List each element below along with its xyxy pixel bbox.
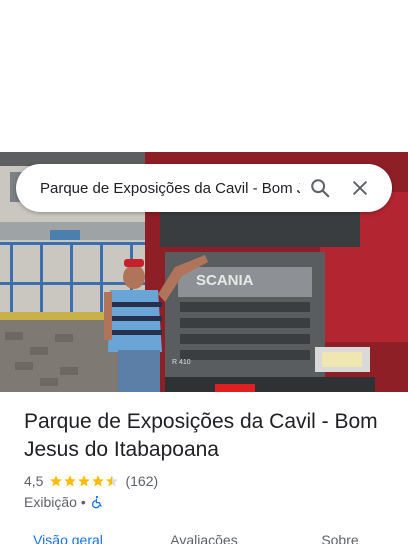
clear-search-button[interactable]: [340, 168, 380, 208]
separator-dot: •: [80, 494, 86, 510]
truck-brand-text: SCANIA: [196, 272, 254, 289]
search-input[interactable]: Parque de Exposições da Cavil - Bom Jesu…: [40, 180, 300, 197]
rating-value: 4,5: [24, 473, 44, 489]
half-star-icon: [106, 475, 119, 487]
truck-model-text: R 410: [172, 359, 191, 366]
rating-stars: [49, 474, 119, 488]
search-icon: [311, 179, 330, 198]
tab-reviews[interactable]: Avaliações: [136, 528, 272, 544]
star-icon: [64, 475, 77, 487]
wheelchair-icon: [91, 495, 102, 509]
category-row: Exibição •: [24, 492, 104, 512]
star-icon: [78, 475, 91, 487]
star-icon: [50, 475, 63, 487]
blank-header-area: [0, 0, 408, 152]
place-category: Exibição: [24, 494, 77, 510]
review-count: (162): [125, 473, 159, 489]
close-icon: [353, 181, 367, 195]
star-icon: [92, 475, 105, 487]
search-bar[interactable]: Parque de Exposições da Cavil - Bom Jesu…: [16, 164, 392, 212]
tab-about[interactable]: Sobre: [272, 528, 408, 544]
tab-overview[interactable]: Visão geral: [0, 528, 136, 544]
place-tabs: Visão geral Avaliações Sobre: [0, 528, 408, 544]
place-title: Parque de Exposições da Cavil - Bom Jesu…: [24, 410, 378, 461]
rating-row[interactable]: 4,5 (162): [24, 471, 158, 491]
search-button[interactable]: [300, 168, 340, 208]
